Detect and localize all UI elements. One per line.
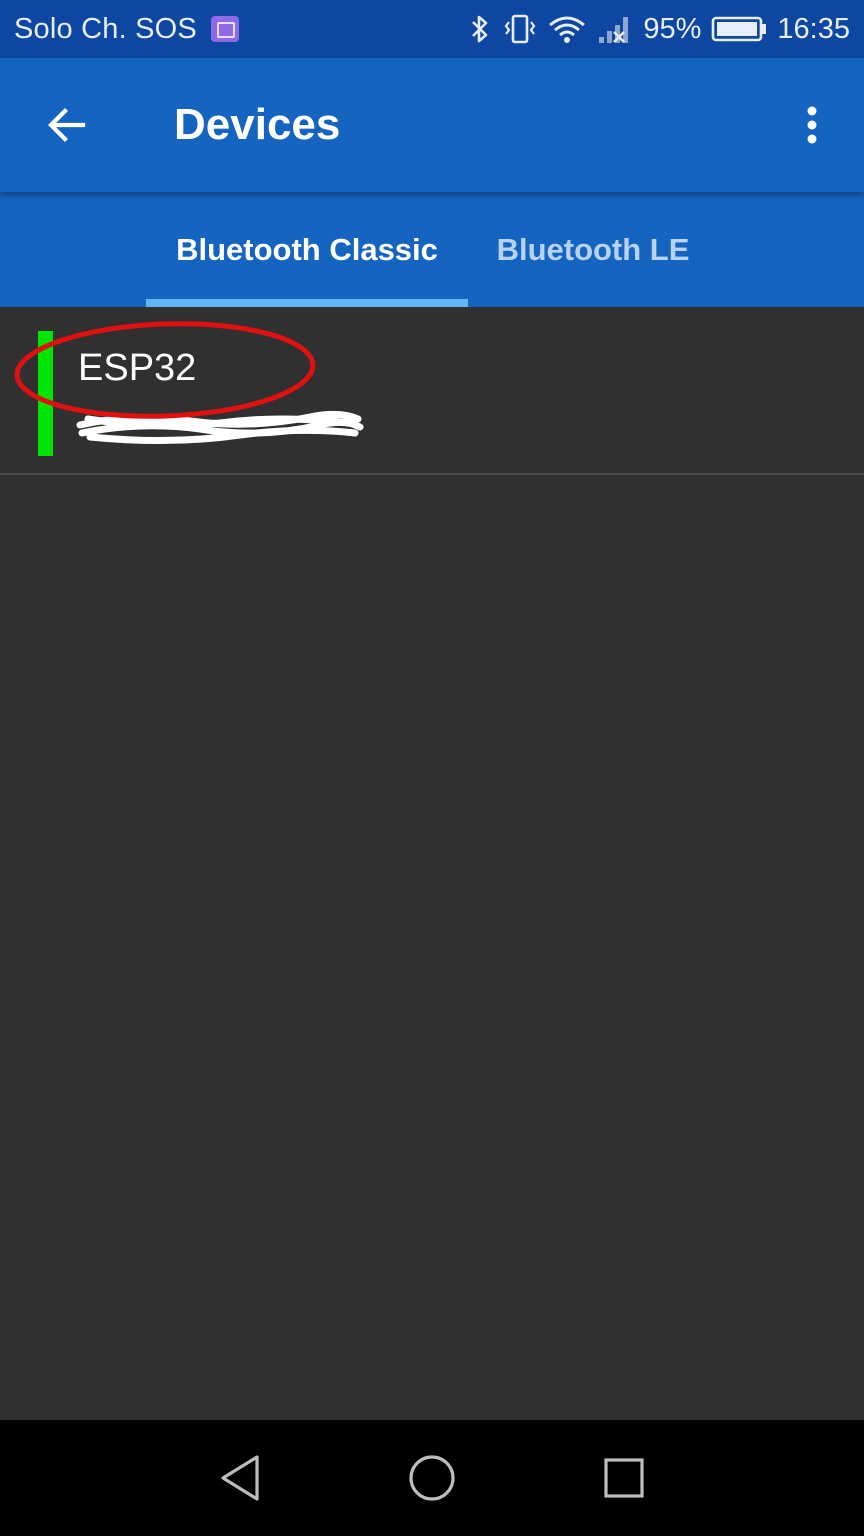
app-bar: Devices — [0, 58, 864, 192]
battery-icon — [712, 16, 767, 42]
vibrate-icon — [505, 14, 536, 44]
cell-signal-icon — [599, 17, 629, 43]
wifi-icon — [549, 16, 586, 43]
more-vert-icon — [807, 106, 817, 144]
tab-bluetooth-le[interactable]: Bluetooth LE — [468, 192, 718, 307]
nav-back-button[interactable] — [210, 1448, 270, 1508]
annotation-circle — [14, 321, 316, 419]
nav-recents-icon — [604, 1458, 644, 1498]
nav-home-icon — [409, 1455, 455, 1501]
carrier-label: Solo Ch. SOS — [14, 12, 197, 45]
status-icons: 95% 16:35 — [467, 13, 850, 46]
clock: 16:35 — [777, 12, 850, 45]
nav-recents-button[interactable] — [594, 1448, 654, 1508]
tab-bar: Bluetooth Classic Bluetooth LE — [0, 192, 864, 307]
overflow-menu-button[interactable] — [780, 88, 844, 162]
page-title: Devices — [174, 100, 341, 149]
bluetooth-icon — [472, 15, 488, 43]
nav-back-icon — [221, 1455, 259, 1501]
back-button[interactable] — [30, 88, 104, 162]
status-bar: Solo Ch. SOS 95% 16:35 — [0, 0, 864, 58]
tab-indicator — [146, 299, 468, 307]
nav-home-button[interactable] — [402, 1448, 462, 1508]
arrow-back-icon — [48, 108, 86, 142]
battery-percent: 95% — [643, 12, 702, 45]
gallery-icon — [210, 16, 239, 42]
list-item[interactable]: ESP32 — [0, 307, 864, 475]
tab-bluetooth-classic[interactable]: Bluetooth Classic — [146, 192, 468, 307]
device-list: ESP32 — [0, 307, 864, 475]
navigation-bar — [0, 1420, 864, 1536]
